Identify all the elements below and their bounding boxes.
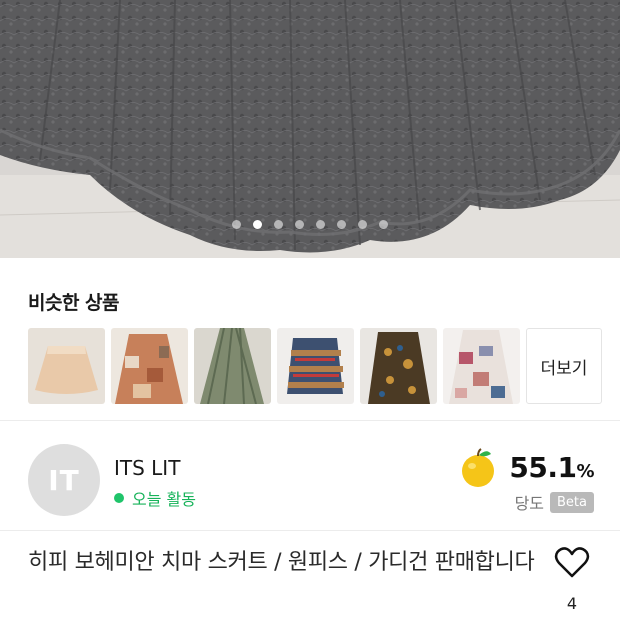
sugar-score-value: 55.1%	[509, 450, 594, 484]
apple-icon	[462, 448, 495, 487]
like-button[interactable]: 4	[552, 546, 592, 613]
carousel-dot[interactable]	[379, 220, 388, 229]
sugar-label: 당도	[514, 494, 545, 513]
beta-badge: Beta	[550, 491, 594, 513]
carousel-dot[interactable]	[358, 220, 367, 229]
product-image-carousel[interactable]	[0, 0, 620, 258]
product-title: 히피 보헤미안 치마 스커트 / 원피스 / 가디건 판매합니다	[28, 550, 535, 575]
seller-avatar[interactable]: IT	[28, 444, 100, 516]
carousel-dot[interactable]	[295, 220, 304, 229]
online-dot-icon	[114, 493, 124, 503]
section-divider	[0, 420, 620, 421]
similar-items-section: 비슷한 상품 더보기	[0, 258, 620, 420]
carousel-indicator	[0, 220, 620, 229]
similar-items-row: 더보기	[28, 328, 602, 404]
carousel-dot-active[interactable]	[253, 220, 262, 229]
similar-item-thumbnail[interactable]	[28, 328, 105, 404]
carousel-dot[interactable]	[316, 220, 325, 229]
activity-label: 오늘 활동	[132, 490, 196, 509]
carousel-dot[interactable]	[232, 220, 241, 229]
similar-item-thumbnail[interactable]	[443, 328, 520, 404]
more-similar-button[interactable]: 더보기	[526, 328, 602, 404]
similar-item-thumbnail[interactable]	[360, 328, 437, 404]
like-count: 4	[566, 594, 578, 613]
similar-item-thumbnail[interactable]	[111, 328, 188, 404]
activity-status: 오늘 활동	[114, 486, 196, 510]
carousel-dot[interactable]	[337, 220, 346, 229]
section-divider	[0, 530, 620, 531]
heart-icon[interactable]	[554, 546, 590, 578]
sugar-label-row: 당도 Beta	[515, 490, 594, 514]
similar-item-thumbnail[interactable]	[277, 328, 354, 404]
seller-name[interactable]: ITS LIT	[114, 456, 180, 480]
similar-item-thumbnail[interactable]	[194, 328, 271, 404]
carousel-dot[interactable]	[274, 220, 283, 229]
section-title: 비슷한 상품	[28, 292, 120, 314]
sugar-score: 55.1%	[457, 446, 594, 488]
